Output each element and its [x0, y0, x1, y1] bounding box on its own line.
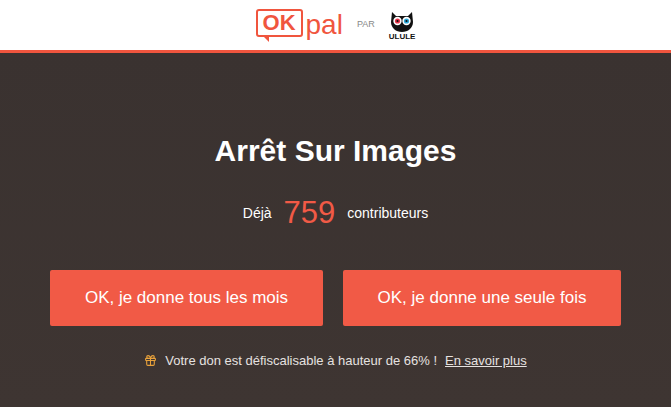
header: OKpal PAR ULULE — [0, 0, 671, 53]
learn-more-link[interactable]: En savoir plus — [445, 351, 527, 371]
campaign: Arrêt Sur Images Déjà759contributeurs OK, … — [0, 53, 671, 407]
logo-bubble: OK — [256, 9, 303, 37]
logo-separator: PAR — [357, 18, 375, 32]
logo[interactable]: OKpal PAR ULULE — [256, 8, 416, 42]
owl-icon — [389, 8, 415, 32]
donation-buttons: OK, je donne tous les mois OK, je donne u… — [50, 270, 621, 326]
partner-logo: ULULE — [389, 8, 416, 42]
donate-button[interactable]: OK, je donne tous les mois — [50, 270, 323, 326]
gift-icon — [144, 354, 157, 367]
page: OKpal PAR ULULE Arrêt Sur Images Déjà759cont… — [0, 0, 671, 407]
tax-note: Votre don est défiscalisable à hauteur d… — [144, 351, 526, 371]
campaign-title: Arrêt Sur Images — [215, 131, 457, 171]
contributors-counter: Déjà759contributeurs — [243, 193, 428, 233]
logo-text: pal — [306, 9, 343, 41]
donate-button[interactable]: OK, je donne une seule fois — [343, 270, 621, 326]
contributors-count: 759 — [284, 193, 336, 233]
